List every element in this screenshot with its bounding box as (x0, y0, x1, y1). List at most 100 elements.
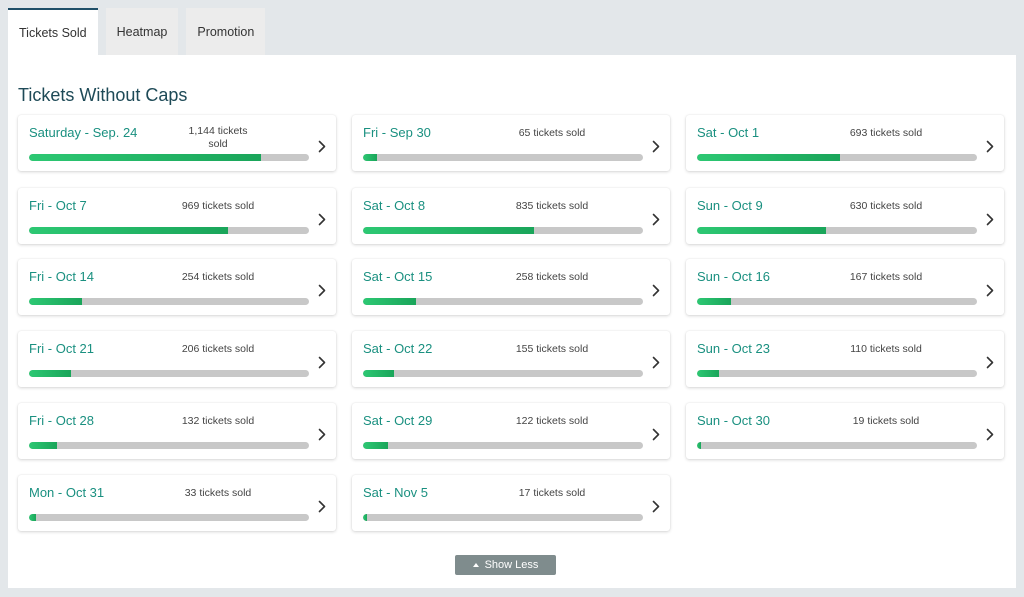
sales-progress-fill (29, 227, 228, 234)
chevron-right-icon[interactable] (984, 355, 996, 369)
event-date: Sat - Oct 1 (697, 125, 760, 140)
event-date: Sat - Oct 8 (363, 198, 426, 213)
tickets-sold-count: 155 tickets sold (515, 343, 589, 355)
event-card[interactable]: Fri - Oct 21 206 tickets sold (18, 331, 336, 387)
event-card[interactable]: Sun - Oct 23 110 tickets sold (686, 331, 1004, 387)
section-title: Tickets Without Caps (18, 85, 188, 105)
sales-progress-fill (697, 370, 720, 377)
event-date: Saturday - Sep. 24 (29, 125, 138, 140)
sales-progress-fill (363, 227, 534, 234)
event-card[interactable]: Sun - Oct 9 630 tickets sold (686, 188, 1004, 244)
event-card[interactable]: Sun - Oct 16 167 tickets sold (686, 259, 1004, 315)
event-date: Sun - Oct 30 (697, 413, 770, 428)
event-date: Fri - Sep 30 (363, 125, 431, 140)
sales-progress-bar (363, 370, 643, 377)
event-date: Sat - Oct 29 (363, 413, 433, 428)
sales-progress-fill (697, 298, 731, 305)
chevron-right-icon[interactable] (984, 427, 996, 441)
event-card[interactable]: Sat - Oct 15 258 tickets sold (352, 259, 670, 315)
chevron-right-icon[interactable] (650, 139, 662, 153)
tickets-sold-count: 630 tickets sold (849, 200, 923, 212)
sales-progress-fill (697, 227, 826, 234)
tickets-sold-count: 206 tickets sold (181, 343, 255, 355)
show-less-button[interactable]: Show Less (455, 555, 556, 575)
sales-progress-fill (363, 370, 394, 377)
sales-progress-bar (363, 227, 643, 234)
sales-progress-bar (29, 154, 309, 161)
event-card[interactable]: Fri - Sep 30 65 tickets sold (352, 115, 670, 171)
tickets-sold-count: 65 tickets sold (518, 127, 586, 139)
chevron-right-icon[interactable] (316, 355, 328, 369)
event-card[interactable]: Sun - Oct 30 19 tickets sold (686, 403, 1004, 459)
sales-progress-fill (29, 514, 36, 521)
event-date: Fri - Oct 14 (29, 269, 95, 284)
event-card[interactable]: Sat - Oct 8 835 tickets sold (352, 188, 670, 244)
sales-progress-fill (363, 442, 389, 449)
tickets-sold-count: 132 tickets sold (181, 415, 255, 427)
tab-heatmap[interactable]: Heatmap (105, 8, 179, 55)
event-card[interactable]: Mon - Oct 31 33 tickets sold (18, 475, 336, 531)
event-date: Sat - Nov 5 (363, 485, 429, 500)
event-card[interactable]: Fri - Oct 28 132 tickets sold (18, 403, 336, 459)
sales-progress-bar (697, 154, 977, 161)
chevron-right-icon[interactable] (984, 283, 996, 297)
tickets-sold-count: 835 tickets sold (515, 200, 589, 212)
event-date: Fri - Oct 7 (29, 198, 87, 213)
event-card[interactable]: Sat - Oct 22 155 tickets sold (352, 331, 670, 387)
event-card[interactable]: Fri - Oct 14 254 tickets sold (18, 259, 336, 315)
show-less-label: Show Less (484, 559, 539, 571)
tab-promotion[interactable]: Promotion (186, 8, 266, 55)
event-date: Fri - Oct 28 (29, 413, 95, 428)
sales-progress-fill (697, 442, 701, 449)
tickets-sold-count: 17 tickets sold (518, 487, 586, 499)
event-date: Sat - Oct 15 (363, 269, 433, 284)
sales-progress-bar (29, 514, 309, 521)
chevron-right-icon[interactable] (316, 499, 328, 513)
sales-progress-fill (363, 154, 377, 161)
chevron-right-icon[interactable] (650, 355, 662, 369)
sales-progress-bar (29, 298, 309, 305)
caret-up-icon (472, 563, 479, 567)
event-card[interactable]: Sat - Nov 5 17 tickets sold (352, 475, 670, 531)
sales-progress-fill (29, 154, 262, 161)
chevron-right-icon[interactable] (650, 499, 662, 513)
sales-progress-bar (363, 298, 643, 305)
chevron-right-icon[interactable] (984, 212, 996, 226)
sales-progress-fill (363, 298, 417, 305)
sales-progress-bar (29, 442, 309, 449)
chevron-right-icon[interactable] (316, 139, 328, 153)
event-date: Sun - Oct 9 (697, 198, 763, 213)
tickets-sold-count: 258 tickets sold (515, 271, 589, 283)
event-date: Sat - Oct 22 (363, 341, 433, 356)
chevron-right-icon[interactable] (650, 283, 662, 297)
chevron-right-icon[interactable] (984, 139, 996, 153)
chevron-right-icon[interactable] (650, 212, 662, 226)
event-card[interactable]: Sat - Oct 29 122 tickets sold (352, 403, 670, 459)
tickets-sold-count: 122 tickets sold (515, 415, 589, 427)
sales-progress-fill (29, 442, 57, 449)
sales-progress-bar (697, 370, 977, 377)
sales-progress-bar (363, 154, 643, 161)
chevron-right-icon[interactable] (316, 212, 328, 226)
chevron-right-icon[interactable] (650, 427, 662, 441)
tickets-panel: Tickets Without Caps Saturday - Sep. 24 1… (8, 55, 1016, 588)
sales-progress-bar (363, 442, 643, 449)
tickets-sold-count: 693 tickets sold (849, 127, 923, 139)
event-date: Fri - Oct 21 (29, 341, 95, 356)
sales-progress-fill (29, 298, 83, 305)
sales-progress-bar (697, 442, 977, 449)
sales-progress-fill (363, 514, 367, 521)
event-card[interactable]: Fri - Oct 7 969 tickets sold (18, 188, 336, 244)
tab-tickets-sold[interactable]: Tickets Sold (8, 8, 98, 55)
chevron-right-icon[interactable] (316, 283, 328, 297)
tab-bar: Tickets Sold Heatmap Promotion (8, 8, 266, 55)
chevron-right-icon[interactable] (316, 427, 328, 441)
sales-progress-bar (697, 227, 977, 234)
event-date: Sun - Oct 23 (697, 341, 770, 356)
event-date: Sun - Oct 16 (697, 269, 770, 284)
event-card[interactable]: Sat - Oct 1 693 tickets sold (686, 115, 1004, 171)
event-card[interactable]: Saturday - Sep. 24 1,144 tickets sold (18, 115, 336, 171)
sales-progress-fill (29, 370, 71, 377)
sales-progress-bar (363, 514, 643, 521)
event-date: Mon - Oct 31 (29, 485, 105, 500)
